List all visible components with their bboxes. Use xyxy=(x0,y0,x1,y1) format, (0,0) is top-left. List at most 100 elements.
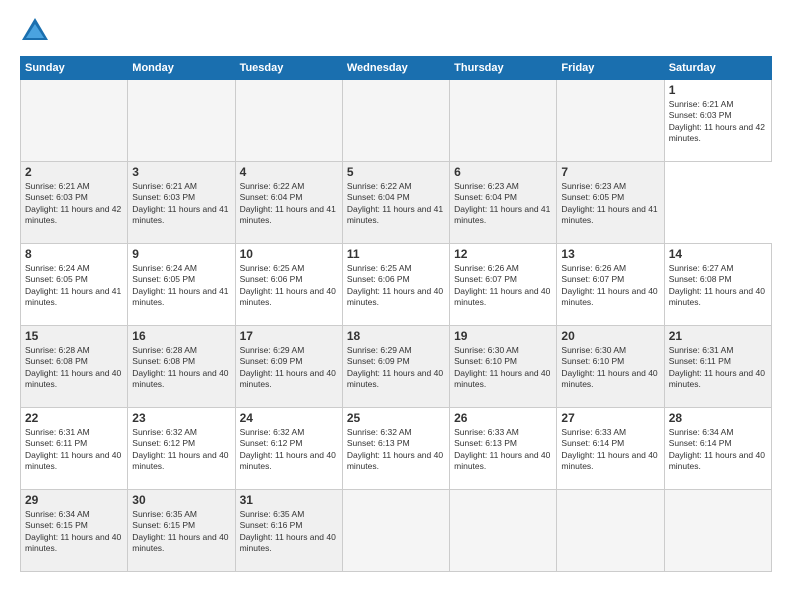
day-of-week-header: Thursday xyxy=(450,57,557,80)
calendar-day-cell: 2 Sunrise: 6:21 AMSunset: 6:03 PMDaylight… xyxy=(21,162,128,244)
day-number: 18 xyxy=(347,329,445,343)
day-info: Sunrise: 6:29 AMSunset: 6:09 PMDaylight:… xyxy=(240,345,338,391)
day-number: 1 xyxy=(669,83,767,97)
day-number: 3 xyxy=(132,165,230,179)
day-number: 6 xyxy=(454,165,552,179)
calendar-day-cell: 14 Sunrise: 6:27 AMSunset: 6:08 PMDayligh… xyxy=(664,244,771,326)
day-number: 8 xyxy=(25,247,123,261)
day-of-week-header: Friday xyxy=(557,57,664,80)
day-of-week-header: Wednesday xyxy=(342,57,449,80)
calendar-day-cell: 29 Sunrise: 6:34 AMSunset: 6:15 PMDayligh… xyxy=(21,490,128,572)
day-info: Sunrise: 6:30 AMSunset: 6:10 PMDaylight:… xyxy=(454,345,552,391)
calendar-day-cell: 25Sunrise: 6:32 AMSunset: 6:13 PMDayligh… xyxy=(342,408,449,490)
calendar-day-cell: 8 Sunrise: 6:24 AMSunset: 6:05 PMDaylight… xyxy=(21,244,128,326)
day-info: Sunrise: 6:27 AMSunset: 6:08 PMDaylight:… xyxy=(669,263,767,309)
empty-day-cell xyxy=(557,80,664,162)
day-number: 12 xyxy=(454,247,552,261)
day-info: Sunrise: 6:22 AMSunset: 6:04 PMDaylight:… xyxy=(347,181,445,227)
day-number: 17 xyxy=(240,329,338,343)
day-number: 21 xyxy=(669,329,767,343)
day-info: Sunrise: 6:33 AMSunset: 6:13 PMDaylight:… xyxy=(454,427,552,473)
calendar-day-cell: 28Sunrise: 6:34 AMSunset: 6:14 PMDayligh… xyxy=(664,408,771,490)
calendar-day-cell: 12Sunrise: 6:26 AMSunset: 6:07 PMDayligh… xyxy=(450,244,557,326)
day-info: Sunrise: 6:22 AMSunset: 6:04 PMDaylight:… xyxy=(240,181,338,227)
calendar-day-cell: 26Sunrise: 6:33 AMSunset: 6:13 PMDayligh… xyxy=(450,408,557,490)
day-number: 2 xyxy=(25,165,123,179)
calendar-day-cell: 4 Sunrise: 6:22 AMSunset: 6:04 PMDaylight… xyxy=(235,162,342,244)
day-info: Sunrise: 6:24 AMSunset: 6:05 PMDaylight:… xyxy=(25,263,123,309)
calendar-day-cell: 31Sunrise: 6:35 AMSunset: 6:16 PMDayligh… xyxy=(235,490,342,572)
day-info: Sunrise: 6:21 AMSunset: 6:03 PMDaylight:… xyxy=(669,99,767,145)
calendar-day-cell: 5 Sunrise: 6:22 AMSunset: 6:04 PMDaylight… xyxy=(342,162,449,244)
day-number: 20 xyxy=(561,329,659,343)
calendar-day-cell: 23Sunrise: 6:32 AMSunset: 6:12 PMDayligh… xyxy=(128,408,235,490)
day-number: 27 xyxy=(561,411,659,425)
day-number: 14 xyxy=(669,247,767,261)
calendar: SundayMondayTuesdayWednesdayThursdayFrid… xyxy=(20,56,772,572)
calendar-day-cell: 1 Sunrise: 6:21 AMSunset: 6:03 PMDaylight… xyxy=(664,80,771,162)
day-info: Sunrise: 6:30 AMSunset: 6:10 PMDaylight:… xyxy=(561,345,659,391)
day-info: Sunrise: 6:32 AMSunset: 6:12 PMDaylight:… xyxy=(240,427,338,473)
calendar-week-row: 15Sunrise: 6:28 AMSunset: 6:08 PMDayligh… xyxy=(21,326,772,408)
empty-day-cell xyxy=(557,490,664,572)
day-info: Sunrise: 6:32 AMSunset: 6:13 PMDaylight:… xyxy=(347,427,445,473)
day-of-week-header: Tuesday xyxy=(235,57,342,80)
day-of-week-header: Monday xyxy=(128,57,235,80)
calendar-week-row: 1 Sunrise: 6:21 AMSunset: 6:03 PMDaylight… xyxy=(21,80,772,162)
day-info: Sunrise: 6:25 AMSunset: 6:06 PMDaylight:… xyxy=(347,263,445,309)
day-info: Sunrise: 6:23 AMSunset: 6:05 PMDaylight:… xyxy=(561,181,659,227)
day-number: 30 xyxy=(132,493,230,507)
day-number: 29 xyxy=(25,493,123,507)
day-info: Sunrise: 6:33 AMSunset: 6:14 PMDaylight:… xyxy=(561,427,659,473)
calendar-day-cell: 10 Sunrise: 6:25 AMSunset: 6:06 PMDayligh… xyxy=(235,244,342,326)
calendar-day-cell: 18Sunrise: 6:29 AMSunset: 6:09 PMDayligh… xyxy=(342,326,449,408)
empty-day-cell xyxy=(342,490,449,572)
day-info: Sunrise: 6:23 AMSunset: 6:04 PMDaylight:… xyxy=(454,181,552,227)
calendar-day-cell: 19 Sunrise: 6:30 AMSunset: 6:10 PMDayligh… xyxy=(450,326,557,408)
day-number: 4 xyxy=(240,165,338,179)
day-info: Sunrise: 6:35 AMSunset: 6:15 PMDaylight:… xyxy=(132,509,230,555)
calendar-day-cell: 13Sunrise: 6:26 AMSunset: 6:07 PMDayligh… xyxy=(557,244,664,326)
calendar-day-cell: 22Sunrise: 6:31 AMSunset: 6:11 PMDayligh… xyxy=(21,408,128,490)
day-number: 10 xyxy=(240,247,338,261)
calendar-day-cell: 27 Sunrise: 6:33 AMSunset: 6:14 PMDayligh… xyxy=(557,408,664,490)
day-info: Sunrise: 6:21 AMSunset: 6:03 PMDaylight:… xyxy=(25,181,123,227)
calendar-day-cell: 3 Sunrise: 6:21 AMSunset: 6:03 PMDaylight… xyxy=(128,162,235,244)
empty-day-cell xyxy=(450,80,557,162)
empty-day-cell xyxy=(128,80,235,162)
calendar-day-cell: 30 Sunrise: 6:35 AMSunset: 6:15 PMDayligh… xyxy=(128,490,235,572)
calendar-week-row: 22Sunrise: 6:31 AMSunset: 6:11 PMDayligh… xyxy=(21,408,772,490)
calendar-day-cell: 9Sunrise: 6:24 AMSunset: 6:05 PMDaylight… xyxy=(128,244,235,326)
day-number: 23 xyxy=(132,411,230,425)
calendar-day-cell: 6 Sunrise: 6:23 AMSunset: 6:04 PMDaylight… xyxy=(450,162,557,244)
empty-day-cell xyxy=(235,80,342,162)
calendar-week-row: 29 Sunrise: 6:34 AMSunset: 6:15 PMDayligh… xyxy=(21,490,772,572)
calendar-day-cell: 15Sunrise: 6:28 AMSunset: 6:08 PMDayligh… xyxy=(21,326,128,408)
day-number: 5 xyxy=(347,165,445,179)
day-info: Sunrise: 6:21 AMSunset: 6:03 PMDaylight:… xyxy=(132,181,230,227)
day-number: 16 xyxy=(132,329,230,343)
day-info: Sunrise: 6:35 AMSunset: 6:16 PMDaylight:… xyxy=(240,509,338,555)
day-info: Sunrise: 6:25 AMSunset: 6:06 PMDaylight:… xyxy=(240,263,338,309)
calendar-day-cell: 16Sunrise: 6:28 AMSunset: 6:08 PMDayligh… xyxy=(128,326,235,408)
day-number: 15 xyxy=(25,329,123,343)
day-info: Sunrise: 6:26 AMSunset: 6:07 PMDaylight:… xyxy=(561,263,659,309)
logo-icon xyxy=(20,16,50,46)
calendar-day-cell: 21 Sunrise: 6:31 AMSunset: 6:11 PMDayligh… xyxy=(664,326,771,408)
day-number: 28 xyxy=(669,411,767,425)
header xyxy=(20,16,772,46)
day-of-week-header: Sunday xyxy=(21,57,128,80)
calendar-day-cell: 11Sunrise: 6:25 AMSunset: 6:06 PMDayligh… xyxy=(342,244,449,326)
day-number: 19 xyxy=(454,329,552,343)
day-info: Sunrise: 6:34 AMSunset: 6:15 PMDaylight:… xyxy=(25,509,123,555)
empty-day-cell xyxy=(342,80,449,162)
calendar-day-cell: 24Sunrise: 6:32 AMSunset: 6:12 PMDayligh… xyxy=(235,408,342,490)
page: SundayMondayTuesdayWednesdayThursdayFrid… xyxy=(0,0,792,612)
calendar-day-cell: 20 Sunrise: 6:30 AMSunset: 6:10 PMDayligh… xyxy=(557,326,664,408)
calendar-week-row: 8 Sunrise: 6:24 AMSunset: 6:05 PMDaylight… xyxy=(21,244,772,326)
calendar-day-cell: 17 Sunrise: 6:29 AMSunset: 6:09 PMDayligh… xyxy=(235,326,342,408)
logo xyxy=(20,16,54,46)
empty-day-cell xyxy=(21,80,128,162)
day-info: Sunrise: 6:24 AMSunset: 6:05 PMDaylight:… xyxy=(132,263,230,309)
day-info: Sunrise: 6:31 AMSunset: 6:11 PMDaylight:… xyxy=(669,345,767,391)
